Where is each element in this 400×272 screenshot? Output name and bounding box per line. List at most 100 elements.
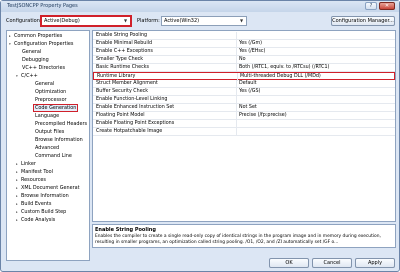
tree-item-custom-build-step[interactable]: ▸ Custom Build Step (16, 209, 66, 215)
property-row-runtime-library[interactable]: Runtime Library Multi-threaded Debug DLL … (93, 72, 395, 81)
column-divider (236, 56, 237, 64)
property-name: Runtime Library (97, 74, 136, 79)
tree-item-label: Browse Information (21, 193, 69, 199)
column-divider (236, 48, 237, 56)
help-icon[interactable]: ? (365, 2, 377, 10)
configuration-value: Active(Debug) (44, 18, 80, 24)
tree-item-vc-directories[interactable]: VC++ Directories (22, 65, 65, 71)
property-row-enhanced-instruction-set[interactable]: Enable Enhanced Instruction Set Not Set (93, 104, 395, 112)
description-text: Enables the compiler to create a single … (95, 234, 381, 245)
tree-item-manifest-tool[interactable]: ▸ Manifest Tool (16, 169, 53, 175)
tree-item-linker[interactable]: ▸ Linker (16, 161, 36, 167)
tree-item-output-files[interactable]: Output Files (35, 129, 64, 135)
tree-item-label: Configuration Properties (14, 41, 74, 47)
description-panel: Enable String Pooling Enables the compil… (92, 224, 396, 248)
tree-item-language[interactable]: Language (35, 113, 59, 119)
property-row-enable-cpp-exceptions[interactable]: Enable C++ Exceptions Yes (/EHsc) (93, 48, 395, 56)
property-name: Create Hotpatchable Image (96, 129, 163, 134)
property-row-struct-member-alignment[interactable]: Struct Member Alignment Default (93, 80, 395, 88)
configuration-manager-button[interactable]: Configuration Manager... (331, 16, 395, 26)
column-divider (236, 32, 237, 40)
property-name: Floating Point Model (96, 113, 145, 118)
property-row-hotpatchable-image[interactable]: Create Hotpatchable Image (93, 128, 395, 136)
property-name: Enable Enhanced Instruction Set (96, 105, 175, 110)
tree-item-advanced[interactable]: Advanced (35, 145, 59, 151)
tree-item-common-properties[interactable]: ▸ Common Properties (9, 33, 62, 39)
property-row-smaller-type-check[interactable]: Smaller Type Check No (93, 56, 395, 64)
property-name: Enable Floating Point Exceptions (96, 121, 175, 126)
property-row-buffer-security-check[interactable]: Buffer Security Check Yes (/GS) (93, 88, 395, 96)
property-name: Buffer Security Check (96, 89, 149, 94)
tree-item-browse-information-tool[interactable]: ▸ Browse Information (16, 193, 69, 199)
tree-item-command-line[interactable]: Command Line (35, 153, 72, 159)
property-name: Enable C++ Exceptions (96, 49, 153, 54)
tree-item-label: Optimization (35, 89, 67, 95)
property-value[interactable]: Multi-threaded Debug DLL (/MDd) (240, 74, 321, 79)
column-divider (236, 64, 237, 72)
property-row-floating-point-model[interactable]: Floating Point Model Precise (/fp:precise… (93, 112, 395, 120)
tree-item-xml-document-generator[interactable]: ▸ XML Document Generat (16, 185, 80, 191)
tree-item-browse-information[interactable]: Browse Information (35, 137, 83, 143)
property-row-floating-point-exceptions[interactable]: Enable Floating Point Exceptions (93, 120, 395, 128)
tree-item-build-events[interactable]: ▸ Build Events (16, 201, 51, 207)
property-value[interactable]: Both (/RTC1, equiv. to /RTCsu) (/RTC1) (239, 65, 329, 70)
tree-item-cpp-general[interactable]: General (35, 81, 54, 87)
property-name: Struct Member Alignment (96, 81, 158, 86)
tree-item-code-analysis[interactable]: ▸ Code Analysis (16, 217, 55, 223)
apply-button[interactable]: Apply (355, 258, 395, 268)
column-divider (236, 88, 237, 96)
property-row-basic-runtime-checks[interactable]: Basic Runtime Checks Both (/RTC1, equiv. … (93, 64, 395, 72)
tree-item-label: Common Properties (14, 33, 63, 39)
tree-item-preprocessor[interactable]: Preprocessor (35, 97, 67, 103)
tree-item-general[interactable]: General (22, 49, 41, 55)
tree-item-label: General (22, 49, 42, 55)
property-name: Enable Minimal Rebuild (96, 41, 153, 46)
property-value[interactable]: Yes (/Gm) (239, 41, 262, 46)
property-value[interactable]: Yes (/GS) (239, 89, 260, 94)
tree-item-label: Language (35, 113, 60, 119)
configuration-toolbar: Configuration: Active(Debug) ▼ Platform:… (1, 13, 399, 30)
property-value[interactable]: Precise (/fp:precise) (239, 113, 287, 118)
tree-item-debugging[interactable]: Debugging (22, 57, 49, 63)
property-row-enable-string-pooling[interactable]: Enable String Pooling (93, 32, 395, 40)
description-title: Enable String Pooling (95, 227, 156, 233)
tree-item-optimization[interactable]: Optimization (35, 89, 66, 95)
tree-item-label: Browse Information (35, 137, 83, 143)
configuration-label: Configuration: (6, 18, 42, 24)
tree-item-label: General (35, 81, 55, 87)
property-value[interactable]: Not Set (239, 105, 257, 110)
property-tree: ▸ Common Properties ▾ Configuration Proper… (6, 30, 90, 261)
window-controls: ? ✕ (365, 2, 395, 10)
property-row-enable-minimal-rebuild[interactable]: Enable Minimal Rebuild Yes (/Gm) (93, 40, 395, 48)
cancel-button[interactable]: Cancel (312, 258, 352, 268)
configuration-dropdown[interactable]: Active(Debug) ▼ (40, 15, 132, 27)
tree-item-label: VC++ Directories (22, 65, 66, 71)
property-value[interactable]: No (239, 57, 246, 62)
property-value[interactable]: Default (239, 81, 257, 86)
tree-item-label: Advanced (35, 145, 60, 151)
platform-dropdown[interactable]: Active(Win32) ▼ (161, 16, 247, 26)
property-pages-window: TestJSONCPP Property Pages ? ✕ Configura… (0, 0, 400, 272)
property-name: Basic Runtime Checks (96, 65, 150, 70)
tree-item-configuration-properties[interactable]: ▾ Configuration Properties (9, 41, 73, 47)
property-name: Smaller Type Check (96, 57, 144, 62)
property-grid: Enable String Pooling Enable Minimal Reb… (92, 30, 396, 222)
ok-button[interactable]: OK (269, 258, 309, 268)
column-divider (236, 40, 237, 48)
title-bar[interactable]: TestJSONCPP Property Pages ? ✕ (1, 1, 399, 12)
close-icon[interactable]: ✕ (379, 2, 395, 10)
tree-item-label: Preprocessor (35, 97, 67, 103)
property-row-function-level-linking[interactable]: Enable Function-Level Linking (93, 96, 395, 104)
column-divider (236, 96, 237, 104)
chevron-down-icon: ▼ (239, 18, 244, 23)
property-name: Enable Function-Level Linking (96, 97, 168, 102)
tree-item-precompiled-headers[interactable]: Precompiled Headers (35, 121, 87, 127)
window-title: TestJSONCPP Property Pages (7, 3, 78, 9)
tree-item-code-generation[interactable]: Code Generation (33, 104, 79, 112)
tree-item-c-cpp[interactable]: ▾ C/C++ (16, 73, 38, 79)
tree-item-resources[interactable]: ▸ Resources (16, 177, 46, 183)
property-value[interactable]: Yes (/EHsc) (239, 49, 265, 54)
tree-item-label: Debugging (22, 57, 49, 63)
tree-item-label: Build Events (21, 201, 52, 207)
platform-value: Active(Win32) (164, 18, 200, 24)
